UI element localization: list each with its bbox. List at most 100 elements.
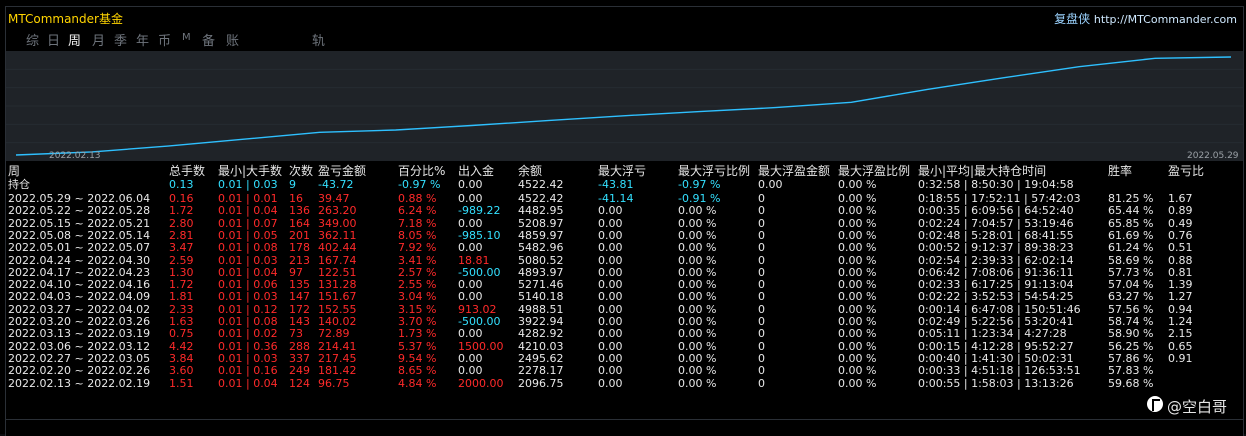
row-9-balance: 4988.51 <box>518 302 564 316</box>
row-0-inout: 0.00 <box>458 192 483 205</box>
row-0-max-float-profit-pct: 0.00 % <box>838 192 877 205</box>
row-13-pnl: 217.45 <box>318 351 357 365</box>
equity-chart <box>6 51 1243 161</box>
row-0-pl-ratio: 1.67 <box>1168 192 1193 205</box>
position-row-label: 持仓 <box>8 178 30 191</box>
row-14-minmax-lots: 0.01 | 0.16 <box>218 364 278 378</box>
row-8-pl-ratio: 1.27 <box>1168 290 1193 304</box>
row-8-minmax-lots: 0.01 | 0.03 <box>218 290 278 304</box>
position-total-lots: 0.13 <box>169 178 194 191</box>
tab-4[interactable]: 季 <box>114 30 127 49</box>
header-hold-time: 最小|平均|最大持仓时间 <box>918 164 1047 178</box>
row-2-balance: 5208.97 <box>518 216 564 230</box>
row-2-max-float-profit-pct: 0.00 % <box>838 216 877 230</box>
row-0-percent: 0.88 % <box>398 192 437 205</box>
row-6-period: 2022.04.17 ~ 2022.04.23 <box>8 265 151 279</box>
row-9-hold-time: 0:00:14 | 6:47:08 | 150:51:46 <box>918 302 1081 316</box>
position-max-float-profit-pct: 0.00 % <box>838 178 877 191</box>
row-6-max-float-profit: 0 <box>758 265 765 279</box>
brand-url[interactable]: http://MTCommander.com <box>1094 13 1237 26</box>
header-period: 周 <box>8 164 21 178</box>
row-5-max-float-loss: 0.00 <box>598 253 623 267</box>
row-12-pl-ratio: 0.65 <box>1168 339 1193 353</box>
row-0-minmax-lots: 0.01 | 0.01 <box>218 192 278 205</box>
row-13-max-float-profit: 0 <box>758 351 765 365</box>
row-7-minmax-lots: 0.01 | 0.06 <box>218 278 278 292</box>
row-0-max-float-loss-pct: -0.91 % <box>678 192 721 205</box>
row-13-hold-time: 0:00:40 | 1:41:30 | 50:02:31 <box>918 351 1074 365</box>
row-8-max-float-loss-pct: 0.00 % <box>678 290 717 304</box>
row-12-max-float-profit-pct: 0.00 % <box>838 339 877 353</box>
row-11-total-lots: 0.75 <box>169 327 194 341</box>
row-14-hold-time: 0:00:33 | 4:51:18 | 126:53:51 <box>918 364 1081 378</box>
row-15-count: 124 <box>289 376 310 390</box>
row-7-percent: 2.55 % <box>398 278 437 292</box>
row-15-pnl: 96.75 <box>318 376 350 390</box>
row-13-count: 337 <box>289 351 310 365</box>
tab-5[interactable]: 年 <box>136 30 149 49</box>
tab-2[interactable]: 周 <box>68 30 81 49</box>
row-2-max-float-loss-pct: 0.00 % <box>678 216 717 230</box>
tab-8[interactable]: 备 <box>202 30 215 49</box>
row-6-pl-ratio: 0.81 <box>1168 265 1193 279</box>
header-max-float-loss-pct: 最大浮亏比例 <box>678 164 751 178</box>
row-9-winrate: 57.56 % <box>1108 302 1154 316</box>
row-4-max-float-loss: 0.00 <box>598 241 623 255</box>
row-14-max-float-profit: 0 <box>758 364 765 378</box>
row-15-winrate: 59.68 % <box>1108 376 1154 390</box>
row-2-pl-ratio: 0.49 <box>1168 216 1193 230</box>
row-13-max-float-loss-pct: 0.00 % <box>678 351 717 365</box>
tab-3[interactable]: 月 <box>92 30 105 49</box>
row-10-period: 2022.03.20 ~ 2022.03.26 <box>8 315 151 328</box>
row-0-count: 16 <box>289 192 303 205</box>
equity-curve-svg <box>6 56 1243 156</box>
row-9-pnl: 152.55 <box>318 302 357 316</box>
row-15-percent: 4.84 % <box>398 376 437 390</box>
row-12-max-float-loss: 0.00 <box>598 339 623 353</box>
row-12-percent: 5.37 % <box>398 339 437 353</box>
row-5-period: 2022.04.24 ~ 2022.04.30 <box>8 253 151 267</box>
row-15-max-float-loss-pct: 0.00 % <box>678 376 717 390</box>
row-11-balance: 4282.92 <box>518 327 564 341</box>
row-5-max-float-profit: 0 <box>758 253 765 267</box>
row-9-max-float-profit: 0 <box>758 302 765 316</box>
row-3-inout: -985.10 <box>458 228 501 242</box>
header-max-float-loss: 最大浮亏 <box>598 164 647 178</box>
window-frame: MTCommander基金 复盘侠 http://MTCommander.com… <box>0 0 1246 436</box>
watermark-text: @空白哥 <box>1167 398 1228 416</box>
row-8-pnl: 151.67 <box>318 290 357 304</box>
position-minmax-lots: 0.01 | 0.03 <box>218 178 278 191</box>
row-15-max-float-profit: 0 <box>758 376 765 390</box>
row-9-percent: 3.15 % <box>398 302 437 316</box>
row-8-balance: 5140.18 <box>518 290 564 304</box>
row-4-pl-ratio: 0.51 <box>1168 241 1193 255</box>
row-9-pl-ratio: 0.94 <box>1168 302 1193 316</box>
row-10-max-float-profit: 0 <box>758 315 765 328</box>
row-10-minmax-lots: 0.01 | 0.08 <box>218 315 278 328</box>
row-2-pnl: 349.00 <box>318 216 357 230</box>
row-9-total-lots: 2.33 <box>169 302 194 316</box>
row-13-max-float-loss: 0.00 <box>598 351 623 365</box>
row-5-pnl: 167.74 <box>318 253 357 267</box>
tab-7[interactable]: M <box>182 32 191 43</box>
row-13-balance: 2495.62 <box>518 351 564 365</box>
row-2-hold-time: 0:02:24 | 7:04:57 | 53:19:46 <box>918 216 1074 230</box>
row-0-total-lots: 0.16 <box>169 192 194 205</box>
row-3-pnl: 362.11 <box>318 228 357 242</box>
row-2-inout: 0.00 <box>458 216 483 230</box>
row-6-max-float-loss-pct: 0.00 % <box>678 265 717 279</box>
row-6-count: 97 <box>289 265 303 279</box>
tab-0[interactable]: 综 <box>26 30 39 49</box>
header-pl-ratio: 盈亏比 <box>1168 164 1205 178</box>
row-1-pnl: 263.20 <box>318 204 357 218</box>
tab-1[interactable]: 日 <box>47 30 60 49</box>
row-11-count: 73 <box>289 327 303 341</box>
row-14-balance: 2278.17 <box>518 364 564 378</box>
position-max-float-loss: -43.81 <box>598 178 634 191</box>
tab-6[interactable]: 币 <box>158 30 171 49</box>
row-5-total-lots: 2.59 <box>169 253 194 267</box>
row-10-pnl: 140.02 <box>318 315 357 328</box>
row-6-max-float-profit-pct: 0.00 % <box>838 265 877 279</box>
row-12-pnl: 214.41 <box>318 339 357 353</box>
row-10-total-lots: 1.63 <box>169 315 194 328</box>
